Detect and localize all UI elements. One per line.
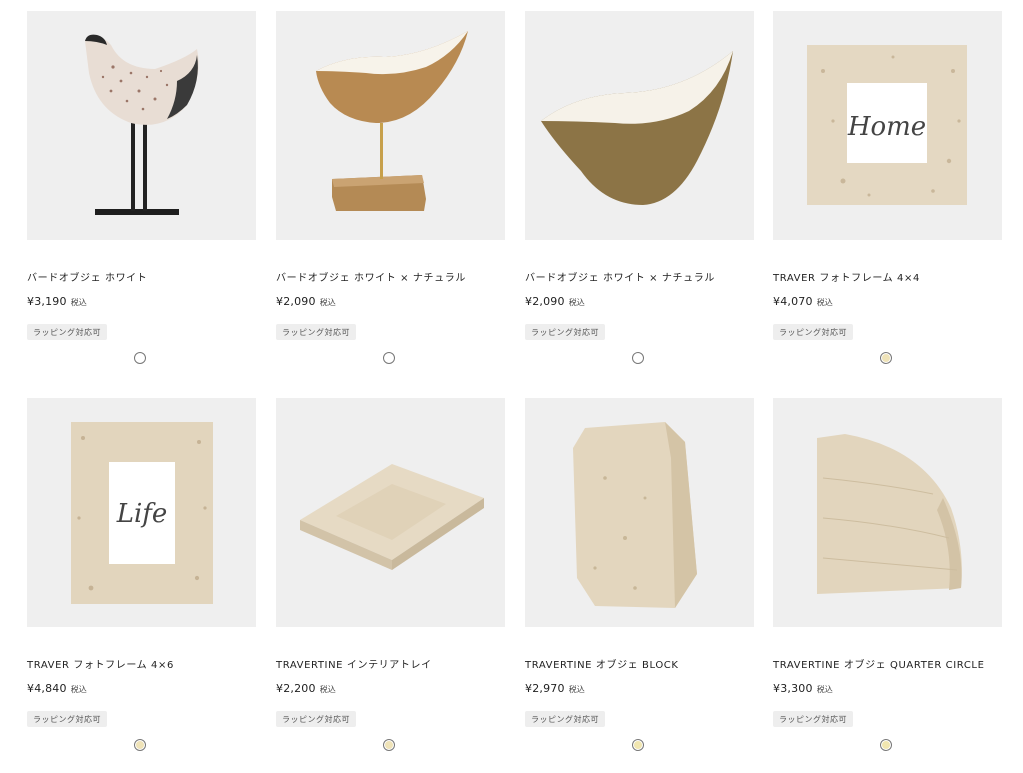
price-row: ¥4,840 税込 xyxy=(27,677,87,696)
tax-label: 税込 xyxy=(70,685,87,694)
photo-frame-4x6-illustration: Life xyxy=(27,398,256,627)
product-grid: バードオブジェ ホワイト ¥3,190 税込 ラッピング対応可 バードオブジェ ホ… xyxy=(0,0,1023,773)
product-image-block-objet[interactable] xyxy=(525,398,754,627)
product-card[interactable]: バードオブジェ ホワイト × ナチュラル ¥2,090 税込 ラッピング対応可 xyxy=(525,11,754,364)
photo-frame-4x4-illustration: Home xyxy=(773,11,1002,240)
wrapping-badge: ラッピング対応可 xyxy=(27,711,107,727)
color-swatch[interactable] xyxy=(880,739,892,751)
product-image-bird-white[interactable] xyxy=(27,11,256,240)
product-price: ¥2,200 xyxy=(276,682,316,695)
price-row: ¥2,090 税込 xyxy=(525,290,585,309)
product-image-quarter-circle-objet[interactable] xyxy=(773,398,1002,627)
product-card[interactable]: バードオブジェ ホワイト × ナチュラル ¥2,090 税込 ラッピング対応可 xyxy=(276,11,505,364)
color-swatch[interactable] xyxy=(134,352,146,364)
price-row: ¥3,300 税込 xyxy=(773,677,833,696)
tax-label: 税込 xyxy=(70,298,87,307)
price-row: ¥3,190 税込 xyxy=(27,290,87,309)
bird-natural-bowl-illustration xyxy=(525,11,754,240)
wrapping-badge: ラッピング対応可 xyxy=(27,324,107,340)
product-price: ¥3,300 xyxy=(773,682,813,695)
price-row: ¥2,970 税込 xyxy=(525,677,585,696)
color-swatch[interactable] xyxy=(632,352,644,364)
product-name[interactable]: バードオブジェ ホワイト xyxy=(27,269,147,284)
tax-label: 税込 xyxy=(816,685,833,694)
product-name[interactable]: TRAVERTINE オブジェ QUARTER CIRCLE xyxy=(773,656,985,671)
wrapping-badge: ラッピング対応可 xyxy=(773,711,853,727)
product-image-bird-natural-bowl[interactable] xyxy=(525,11,754,240)
tax-label: 税込 xyxy=(568,685,585,694)
product-image-photo-frame-4x6[interactable]: Life xyxy=(27,398,256,627)
product-name[interactable]: バードオブジェ ホワイト × ナチュラル xyxy=(276,269,466,284)
color-swatch[interactable] xyxy=(383,739,395,751)
price-row: ¥2,090 税込 xyxy=(276,290,336,309)
wrapping-badge: ラッピング対応可 xyxy=(773,324,853,340)
product-card[interactable]: バードオブジェ ホワイト ¥3,190 税込 ラッピング対応可 xyxy=(27,11,256,364)
frame-home-text: Home xyxy=(847,112,926,142)
tax-label: 税込 xyxy=(319,298,336,307)
product-price: ¥3,190 xyxy=(27,295,67,308)
product-name[interactable]: バードオブジェ ホワイト × ナチュラル xyxy=(525,269,715,284)
color-swatch[interactable] xyxy=(383,352,395,364)
product-price: ¥4,840 xyxy=(27,682,67,695)
product-name[interactable]: TRAVER フォトフレーム 4×4 xyxy=(773,269,920,284)
product-card[interactable]: TRAVERTINE オブジェ BLOCK ¥2,970 税込 ラッピング対応可 xyxy=(525,398,754,751)
product-image-photo-frame-4x4[interactable]: Home xyxy=(773,11,1002,240)
product-price: ¥4,070 xyxy=(773,295,813,308)
wrapping-badge: ラッピング対応可 xyxy=(525,711,605,727)
quarter-circle-objet-illustration xyxy=(773,398,1002,627)
interior-tray-illustration xyxy=(276,398,505,627)
color-swatch[interactable] xyxy=(880,352,892,364)
color-swatch[interactable] xyxy=(134,739,146,751)
product-card[interactable]: TRAVERTINE インテリアトレイ ¥2,200 税込 ラッピング対応可 xyxy=(276,398,505,751)
bird-white-illustration xyxy=(27,11,256,240)
product-name[interactable]: TRAVERTINE インテリアトレイ xyxy=(276,656,432,671)
bird-natural-stand-illustration xyxy=(276,11,505,240)
product-image-bird-natural-stand[interactable] xyxy=(276,11,505,240)
product-card[interactable]: Home TRAVER フォトフレーム 4×4 ¥4,070 税込 ラッピング対応… xyxy=(773,11,1002,364)
product-image-interior-tray[interactable] xyxy=(276,398,505,627)
product-price: ¥2,090 xyxy=(525,295,565,308)
tax-label: 税込 xyxy=(568,298,585,307)
price-row: ¥2,200 税込 xyxy=(276,677,336,696)
product-name[interactable]: TRAVERTINE オブジェ BLOCK xyxy=(525,656,679,671)
product-price: ¥2,970 xyxy=(525,682,565,695)
product-card[interactable]: TRAVERTINE オブジェ QUARTER CIRCLE ¥3,300 税込 … xyxy=(773,398,1002,751)
color-swatch[interactable] xyxy=(632,739,644,751)
tax-label: 税込 xyxy=(816,298,833,307)
product-name[interactable]: TRAVER フォトフレーム 4×6 xyxy=(27,656,174,671)
frame-life-text: Life xyxy=(116,499,168,529)
wrapping-badge: ラッピング対応可 xyxy=(276,711,356,727)
wrapping-badge: ラッピング対応可 xyxy=(525,324,605,340)
price-row: ¥4,070 税込 xyxy=(773,290,833,309)
tax-label: 税込 xyxy=(319,685,336,694)
wrapping-badge: ラッピング対応可 xyxy=(276,324,356,340)
block-objet-illustration xyxy=(525,398,754,627)
product-price: ¥2,090 xyxy=(276,295,316,308)
product-card[interactable]: Life TRAVER フォトフレーム 4×6 ¥4,840 税込 ラッピング対応… xyxy=(27,398,256,751)
